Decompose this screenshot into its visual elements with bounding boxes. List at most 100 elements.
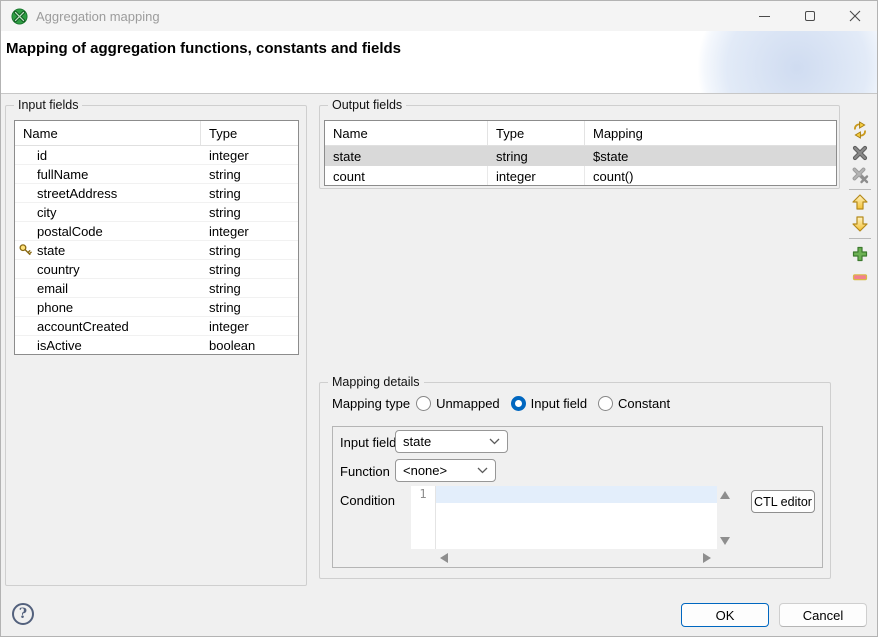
input-field-row[interactable]: fullNamestring	[15, 165, 298, 184]
condition-editor[interactable]: 1	[411, 486, 717, 549]
cancel-button[interactable]: Cancel	[779, 603, 867, 627]
output-fields-table-body: statestring$statecountintegercount()	[325, 146, 836, 186]
maximize-icon	[805, 11, 815, 21]
input-fields-table-body: idintegerfullNamestringstreetAddressstri…	[15, 146, 298, 355]
function-select-value: <none>	[403, 463, 447, 478]
header-decoration	[687, 31, 877, 94]
input-table-header: Name Type	[15, 121, 298, 146]
input-field-row[interactable]: postalCodeinteger	[15, 222, 298, 241]
field-type-cell: string	[201, 165, 298, 183]
output-field-row[interactable]: statestring$state	[325, 146, 836, 166]
field-type-cell: string	[201, 260, 298, 278]
column-header-name[interactable]: Name	[325, 121, 488, 145]
radio-label: Unmapped	[436, 396, 500, 411]
close-button[interactable]	[832, 1, 877, 31]
maximize-button[interactable]	[787, 1, 832, 31]
field-name-cell: fullName	[15, 165, 201, 183]
function-label: Function	[340, 464, 390, 479]
input-field-row[interactable]: accountCreatedinteger	[15, 317, 298, 336]
chevron-down-icon	[489, 438, 500, 445]
column-header-name[interactable]: Name	[15, 121, 201, 145]
column-header-mapping[interactable]: Mapping	[585, 121, 836, 145]
field-type-cell: string	[201, 241, 298, 259]
output-mapping-cell: $state	[585, 146, 836, 166]
minimize-icon	[759, 16, 770, 17]
field-name-cell: city	[15, 203, 201, 221]
chevron-down-icon	[477, 467, 488, 474]
field-type-cell: integer	[201, 146, 298, 164]
input-field-row[interactable]: streetAddressstring	[15, 184, 298, 203]
condition-label: Condition	[340, 493, 395, 508]
minimize-button[interactable]	[742, 1, 787, 31]
field-type-cell: string	[201, 279, 298, 297]
function-select[interactable]: <none>	[395, 459, 496, 482]
field-name-cell: streetAddress	[15, 184, 201, 202]
column-header-type[interactable]: Type	[201, 121, 298, 145]
line-number: 1	[411, 486, 435, 503]
help-button[interactable]: ?	[12, 603, 34, 625]
page-title: Mapping of aggregation functions, consta…	[6, 40, 401, 57]
scroll-up-icon[interactable]	[720, 491, 730, 499]
field-name-cell: country	[15, 260, 201, 278]
field-type-cell: string	[201, 184, 298, 202]
close-icon	[849, 10, 861, 22]
scroll-left-icon[interactable]	[440, 553, 448, 563]
toolbar-separator	[849, 189, 871, 190]
aggregation-mapping-dialog: Aggregation mapping Mapping of aggregati…	[0, 0, 878, 637]
input-field-select-value: state	[403, 434, 431, 449]
radio-icon	[511, 396, 526, 411]
dialog-header: Mapping of aggregation functions, consta…	[1, 31, 877, 94]
field-name-cell: state	[15, 241, 201, 259]
field-type-cell: string	[201, 203, 298, 221]
column-header-type[interactable]: Type	[488, 121, 585, 145]
input-fields-group-label: Input fields	[14, 98, 82, 112]
field-name-cell: id	[15, 146, 201, 164]
mapping-details-group-label: Mapping details	[328, 375, 424, 389]
app-clover-icon	[11, 8, 28, 25]
input-field-row[interactable]: isActiveboolean	[15, 336, 298, 355]
toolbar-separator	[849, 238, 871, 239]
radio-icon	[598, 396, 613, 411]
input-fields-table[interactable]: Name Type idintegerfullNamestringstreetA…	[14, 120, 299, 355]
input-field-row[interactable]: idinteger	[15, 146, 298, 165]
input-field-row[interactable]: phonestring	[15, 298, 298, 317]
radio-constant[interactable]: Constant	[598, 396, 670, 411]
field-name-cell: email	[15, 279, 201, 297]
input-field-label: Input field	[340, 435, 396, 450]
field-type-cell: integer	[201, 317, 298, 335]
scroll-down-icon[interactable]	[720, 537, 730, 545]
delete-icon[interactable]	[851, 144, 869, 162]
window-title: Aggregation mapping	[36, 9, 160, 24]
radio-unmapped[interactable]: Unmapped	[416, 396, 500, 411]
remove-icon[interactable]	[851, 268, 869, 286]
output-name-cell: count	[325, 166, 488, 186]
mapping-type-row: Mapping type UnmappedInput fieldConstant	[332, 396, 681, 411]
ctl-editor-button[interactable]: CTL editor	[751, 490, 815, 513]
output-mapping-cell: count()	[585, 166, 836, 186]
mapping-detail-panel: Input field state Function <none> Condit…	[332, 426, 823, 568]
input-field-row[interactable]: citystring	[15, 203, 298, 222]
field-type-cell: integer	[201, 222, 298, 240]
field-name-cell: isActive	[15, 336, 201, 354]
radio-label: Input field	[531, 396, 587, 411]
delete-all-icon[interactable]	[851, 166, 869, 184]
radio-input-field[interactable]: Input field	[511, 396, 587, 411]
move-down-icon[interactable]	[851, 215, 869, 233]
input-field-row[interactable]: countrystring	[15, 260, 298, 279]
output-fields-group-label: Output fields	[328, 98, 406, 112]
mapping-type-radio-group: Unmapped Input field Constant	[416, 396, 681, 411]
ok-button[interactable]: OK	[681, 603, 769, 627]
auto-map-icon[interactable]	[851, 121, 869, 139]
add-icon[interactable]	[851, 245, 869, 263]
field-name-cell: accountCreated	[15, 317, 201, 335]
input-field-select[interactable]: state	[395, 430, 508, 453]
field-name-cell: postalCode	[15, 222, 201, 240]
input-field-row[interactable]: statestring	[15, 241, 298, 260]
output-field-row[interactable]: countintegercount()	[325, 166, 836, 186]
output-fields-table[interactable]: Name Type Mapping statestring$statecount…	[324, 120, 837, 186]
condition-code-area[interactable]	[436, 486, 717, 549]
input-field-row[interactable]: emailstring	[15, 279, 298, 298]
move-up-icon[interactable]	[851, 193, 869, 211]
radio-icon	[416, 396, 431, 411]
scroll-right-icon[interactable]	[703, 553, 711, 563]
